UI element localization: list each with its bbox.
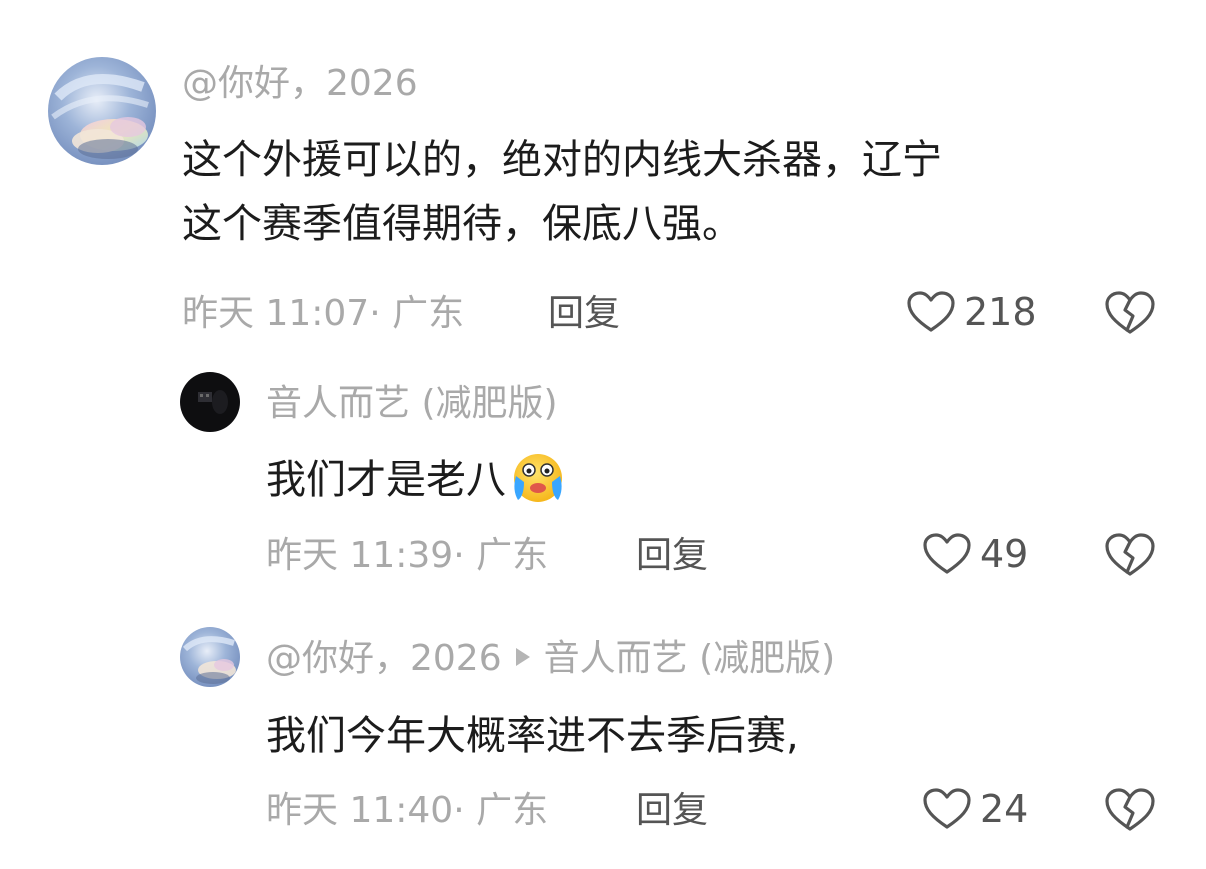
- heart-outline-icon: [907, 291, 955, 332]
- comment-text: 这个外援可以的，绝对的内线大杀器，辽宁 这个赛季值得期待，保底八强。: [182, 128, 942, 256]
- heart-outline-icon: [923, 533, 971, 574]
- like-count: 218: [964, 290, 1037, 334]
- like-count: 49: [980, 532, 1029, 576]
- like-button[interactable]: 24: [922, 787, 1028, 831]
- sky-avatar-image: [48, 57, 156, 165]
- dark-avatar-image: [180, 372, 240, 432]
- broken-heart-icon: [1105, 533, 1155, 576]
- comment-username-row: @你好，2026 音人而艺 (减肥版): [266, 641, 835, 677]
- dislike-button[interactable]: [1104, 532, 1156, 578]
- like-button[interactable]: 218: [906, 290, 1037, 334]
- comment-text: 我们今年大概率进不去季后赛,: [266, 704, 799, 768]
- comment-username[interactable]: @你好，2026: [266, 638, 502, 679]
- comment-username[interactable]: @你好，2026: [182, 66, 418, 102]
- comment-time-location: 昨天 11:40· 广东: [266, 790, 549, 831]
- reply-button[interactable]: 回复: [636, 538, 708, 574]
- broken-heart-icon: [1105, 788, 1155, 831]
- reply-button[interactable]: 回复: [636, 793, 708, 829]
- sky-avatar-image: [180, 627, 240, 687]
- comment-text-line: 我们才是老八: [266, 457, 506, 503]
- reply-to-username[interactable]: 音人而艺 (减肥版): [544, 638, 836, 679]
- avatar[interactable]: [180, 627, 240, 687]
- comment-time-location: 昨天 11:07· 广东: [182, 293, 465, 334]
- comment-text-line: 这个外援可以的，绝对的内线大杀器，辽宁: [182, 137, 942, 183]
- like-count: 24: [980, 787, 1029, 831]
- heart-outline-icon: [923, 788, 971, 829]
- broken-heart-icon: [1105, 291, 1155, 334]
- bottom-fade-overlay: [0, 829, 1206, 869]
- dislike-button[interactable]: [1104, 787, 1156, 833]
- comment-time-location: 昨天 11:39· 广东: [266, 535, 549, 576]
- comment-username[interactable]: 音人而艺 (减肥版): [266, 386, 558, 422]
- triangle-right-icon: [515, 648, 530, 666]
- crying-face-emoji: [514, 454, 562, 502]
- avatar[interactable]: [48, 57, 156, 165]
- dislike-button[interactable]: [1104, 290, 1156, 336]
- avatar[interactable]: [180, 372, 240, 432]
- comment-text-line: 这个赛季值得期待，保底八强。: [182, 201, 742, 247]
- reply-button[interactable]: 回复: [548, 296, 620, 332]
- like-button[interactable]: 49: [922, 532, 1028, 576]
- comment-text: 我们才是老八: [266, 448, 568, 512]
- comment-text-line: 我们今年大概率进不去季后赛,: [266, 713, 799, 759]
